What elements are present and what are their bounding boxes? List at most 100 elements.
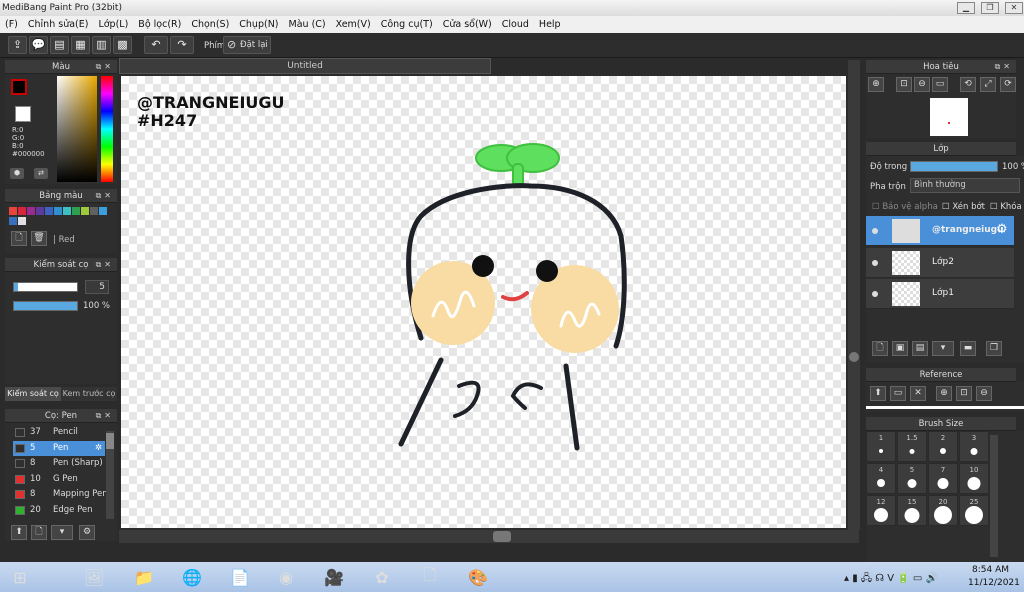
canvas[interactable]: @TRANGNEIUGU #H247 [121,76,846,528]
color-swatch[interactable] [36,207,44,215]
color-swatch[interactable] [54,207,62,215]
menu-cloud[interactable]: Cloud [497,19,534,30]
brush-size-cell[interactable]: 10 [959,463,989,494]
layer-menu-icon[interactable]: ▾ [932,341,954,356]
menu-edit[interactable]: Chỉnh sửa(E) [23,19,94,30]
horizontal-scrollbar[interactable] [119,530,859,543]
panel-controls-icon[interactable]: ⧉✕ [96,60,114,74]
layer-row[interactable]: @trangneiugu ⚙ [866,216,1014,246]
close-window-button[interactable]: ✕ [1005,2,1023,14]
gear-icon[interactable]: ⚙ [996,222,1008,237]
brush-item[interactable]: 20 Edge Pen [13,503,105,518]
brush-size-cell[interactable]: 7 [928,463,958,494]
fit-screen-icon[interactable]: ⤢ [980,77,996,92]
brush-size-cell[interactable]: 3 [959,431,989,462]
color-swatch[interactable] [18,207,26,215]
panel-controls-icon[interactable]: ⧉✕ [995,60,1013,74]
folder-open-icon[interactable]: ▭ [890,386,906,401]
saturation-picker[interactable] [57,76,97,182]
brush-size-cell[interactable]: 2 [928,431,958,462]
brush-size-cell[interactable]: 25 [959,495,989,526]
panel-controls-icon[interactable]: ⧉✕ [96,189,114,203]
duplicate-layer-icon[interactable]: ❐ [986,341,1002,356]
browser-icon[interactable]: 🌐 [172,565,212,590]
close-icon[interactable]: ✕ [910,386,926,401]
new-layer-icon[interactable]: 🗋 [872,341,888,356]
menu-tools[interactable]: Công cụ(T) [376,19,438,30]
brush-item[interactable]: 10 G Pen [13,472,105,487]
brush-item[interactable]: 8 Pen (Sharp) [13,456,105,471]
vertical-scrollbar[interactable] [848,60,860,530]
layer-row[interactable]: Lớp2 [866,248,1014,278]
grid-icon[interactable]: ▥ [92,36,111,54]
fit-icon[interactable]: ⊡ [896,77,912,92]
foreground-color[interactable] [11,79,27,95]
folder-icon[interactable]: ▬ [960,341,976,356]
menu-help[interactable]: Help [534,19,566,30]
visibility-icon[interactable] [872,291,878,297]
panel-controls-icon[interactable]: ⧉✕ [96,258,114,272]
brush-settings-icon[interactable]: ⚙ [79,525,95,540]
eyedropper-icon[interactable]: ⬢ [10,168,24,179]
brush-size-scrollbar[interactable] [990,435,998,557]
layer-opacity-slider[interactable] [910,161,998,172]
brush-size-slider[interactable] [13,282,78,292]
app-icon[interactable]: ✿ [362,565,402,590]
share-icon[interactable]: ⇪ [8,36,27,54]
menu-snap[interactable]: Chụp(N) [234,19,283,30]
brush-size-cell[interactable]: 20 [928,495,958,526]
document-tab[interactable]: Untitled [119,58,491,74]
tab-color-mixer[interactable]: Kem trước cọ [61,387,117,401]
zoom-out-icon[interactable]: ⊖ [976,386,992,401]
reset-button[interactable]: ⊘ Đặt lại [223,36,271,54]
rotate-left-icon[interactable]: ⟲ [960,77,976,92]
scroll-thumb[interactable] [493,531,511,542]
color-swatch[interactable] [18,217,26,225]
menu-color[interactable]: Màu (C) [284,19,331,30]
app-icon[interactable]: 🖼 [74,565,114,590]
color-swatch[interactable] [9,217,17,225]
color-swatch[interactable] [99,207,107,215]
scroll-thumb[interactable] [849,352,859,362]
trash-icon[interactable]: 🗑 [31,231,47,246]
layout-icon[interactable]: ▦ [71,36,90,54]
brush-item[interactable]: 8 Mapping Pen [13,487,108,502]
paint-icon[interactable]: 🎨 [458,565,498,590]
fit-icon[interactable]: ⊡ [956,386,972,401]
brush-item[interactable]: 5 Pen ✲ [13,440,105,456]
add-brush-icon[interactable]: ⬆ [11,525,27,540]
menu-select[interactable]: Chọn(S) [186,19,234,30]
undo-icon[interactable]: ↶ [144,36,168,54]
clipping-checkbox[interactable]: ☐ Xén bớt [942,202,985,212]
brush-size-value[interactable]: 5 [85,280,109,294]
redo-icon[interactable]: ↷ [170,36,194,54]
new-1bit-layer-icon[interactable]: ▤ [912,341,928,356]
brush-size-cell[interactable]: 5 [897,463,927,494]
protect-alpha-checkbox[interactable]: ☐ Bảo vệ alpha [872,202,938,212]
visibility-icon[interactable] [872,228,878,234]
zoom-in-icon[interactable]: ⊕ [868,77,884,92]
folder-icon[interactable]: 📁 [124,565,164,590]
scroll-thumb[interactable] [106,433,114,449]
color-swatch[interactable] [90,207,98,215]
hue-slider[interactable] [101,76,113,182]
color-swatch[interactable] [81,207,89,215]
document-icon[interactable]: 🗋 [410,565,450,590]
brush-list-scrollbar[interactable] [106,431,114,519]
brush-menu-icon[interactable]: ▾ [51,525,73,540]
brush-size-cell[interactable]: 1.5 [897,431,927,462]
lock-checkbox[interactable]: ☐ Khóa [990,202,1022,212]
color-swatch[interactable] [45,207,53,215]
color-swatch[interactable] [27,207,35,215]
brush-size-cell[interactable]: 12 [866,495,896,526]
visibility-icon[interactable] [872,260,878,266]
chrome-icon[interactable]: ◉ [266,565,306,590]
word-icon[interactable]: 📄 [220,565,260,590]
layer-row[interactable]: Lớp1 [866,279,1014,309]
menu-view[interactable]: Xem(V) [331,19,376,30]
minimize-button[interactable]: ▁ [957,2,975,14]
new-halftone-layer-icon[interactable]: ▣ [892,341,908,356]
navigator-preview[interactable] [930,98,968,136]
transparent-color[interactable] [15,106,31,122]
maximize-button[interactable]: ❐ [981,2,999,14]
